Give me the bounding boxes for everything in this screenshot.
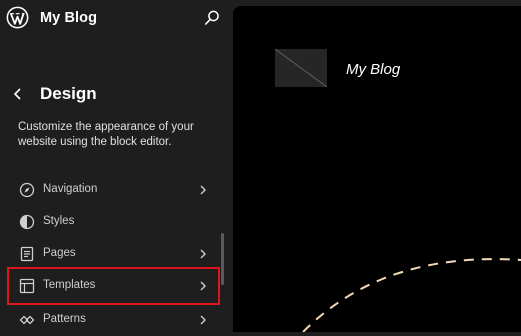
decorative-dashed-arc [302,258,521,332]
design-navigation-list: Navigation Styles Pages Templates Patter… [0,174,225,336]
panel-title: Design [40,84,97,103]
panel-description: Customize the appearance of your website… [18,121,194,148]
wordpress-logo-icon[interactable] [6,6,29,29]
nav-item-label: Patterns [43,313,86,325]
nav-item-patterns[interactable]: Patterns [0,304,225,336]
styles-half-circle-icon [19,214,35,230]
nav-item-templates[interactable]: Templates [7,267,220,305]
navigation-compass-icon [19,182,35,198]
nav-item-navigation[interactable]: Navigation [0,174,225,206]
pages-document-icon [20,246,34,262]
chevron-left-icon[interactable] [9,84,27,104]
site-preview-canvas[interactable]: My Blog [233,6,521,332]
chevron-right-icon [200,281,206,291]
nav-item-label: Navigation [43,183,98,195]
sidebar-scrollbar[interactable] [221,233,224,285]
site-editor-sidebar: My Blog Design Customize the appearance … [0,0,233,332]
site-title[interactable]: My Blog [40,10,97,26]
nav-item-label: Styles [43,215,75,227]
nav-item-styles[interactable]: Styles [0,206,225,238]
site-header: My Blog [0,0,233,38]
patterns-diamond-icon [19,315,35,325]
chevron-right-icon [200,185,206,195]
chevron-right-icon [200,315,206,325]
templates-layout-icon [19,278,35,294]
nav-item-label: Templates [43,279,96,291]
chevron-right-icon [200,249,206,259]
nav-item-label: Pages [43,247,76,259]
search-icon[interactable] [203,9,221,27]
nav-item-pages[interactable]: Pages [0,238,225,270]
